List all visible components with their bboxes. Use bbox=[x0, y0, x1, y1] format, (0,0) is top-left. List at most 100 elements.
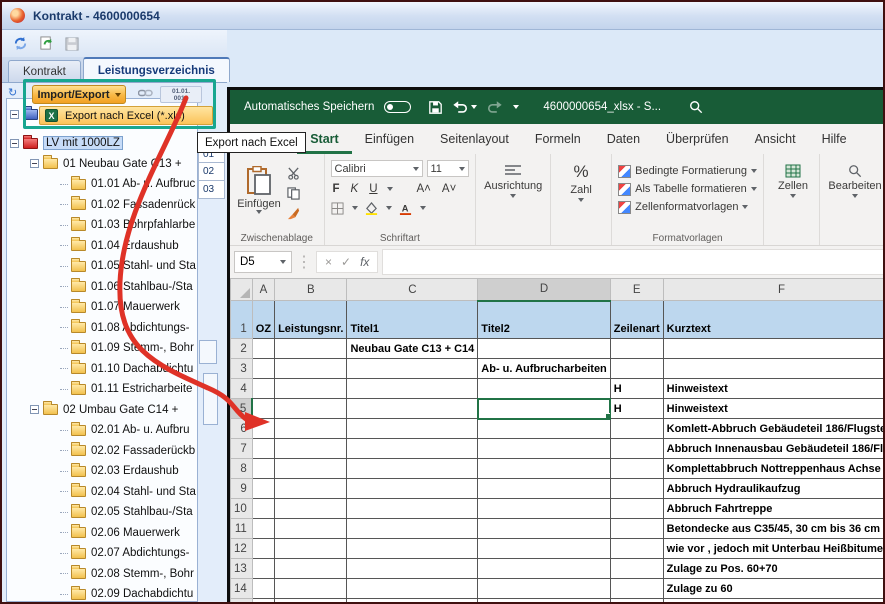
sheet-cell[interactable] bbox=[347, 379, 478, 399]
tree-item[interactable]: 02.06 Mauerwerk bbox=[8, 523, 226, 544]
underline-button[interactable]: U bbox=[367, 183, 379, 195]
sheet-cell[interactable] bbox=[347, 479, 478, 499]
sheet-header-cell[interactable]: Leistungsnr. bbox=[275, 301, 347, 339]
sheet-cell[interactable]: wie vor , jedoch mit Unterbau Heißbitume bbox=[663, 539, 884, 559]
fill-color-icon[interactable] bbox=[365, 201, 379, 215]
sheet-cell[interactable]: Komlett-Abbruch Gebäudeteil 186/Flugste bbox=[663, 419, 884, 439]
sheet-cell[interactable] bbox=[252, 379, 274, 399]
sheet-cell[interactable] bbox=[478, 599, 610, 604]
sheet-cell[interactable] bbox=[252, 479, 274, 499]
sheet-cell[interactable] bbox=[610, 479, 663, 499]
number-format-button[interactable]: % Zahl bbox=[557, 162, 605, 202]
cancel-icon[interactable]: × bbox=[325, 255, 332, 269]
sheet-cell[interactable] bbox=[347, 599, 478, 604]
name-box[interactable]: D5 bbox=[234, 251, 292, 273]
sheet-cell[interactable] bbox=[478, 399, 610, 419]
sheet-cell[interactable] bbox=[347, 579, 478, 599]
row-header[interactable]: 11 bbox=[231, 519, 253, 539]
col-header[interactable]: C bbox=[347, 279, 478, 301]
excel-tab-formeln[interactable]: Formeln bbox=[522, 124, 594, 154]
sheet-cell[interactable]: Komplettabbruch Nottreppenhaus Achse A- bbox=[663, 459, 884, 479]
sheet-cell[interactable] bbox=[275, 519, 347, 539]
sheet-cell[interactable]: Hinweistext bbox=[663, 399, 884, 419]
sheet-cell[interactable] bbox=[275, 459, 347, 479]
search-icon[interactable] bbox=[689, 100, 703, 114]
excel-tab-seitenlayout[interactable]: Seitenlayout bbox=[427, 124, 522, 154]
excel-tab-ansicht[interactable]: Ansicht bbox=[742, 124, 809, 154]
sheet-cell[interactable] bbox=[275, 579, 347, 599]
borders-icon[interactable] bbox=[331, 201, 345, 215]
tree-item[interactable]: 01.06 Stahlbau-/Sta bbox=[8, 277, 226, 298]
sheet-cell[interactable] bbox=[610, 419, 663, 439]
refresh-icon[interactable] bbox=[12, 36, 28, 52]
sheet-cell[interactable] bbox=[347, 399, 478, 419]
sheet-cell[interactable] bbox=[347, 519, 478, 539]
sheet-cell[interactable] bbox=[663, 339, 884, 359]
sheet-cell[interactable] bbox=[478, 439, 610, 459]
sheet-cell[interactable] bbox=[610, 339, 663, 359]
excel-tab-überprüfen[interactable]: Überprüfen bbox=[653, 124, 742, 154]
increase-font-icon[interactable]: A˄ bbox=[415, 183, 433, 195]
col-header[interactable]: E bbox=[610, 279, 663, 301]
sheet-cell[interactable] bbox=[478, 459, 610, 479]
row-header[interactable]: 6 bbox=[231, 419, 253, 439]
row-header[interactable]: 13 bbox=[231, 559, 253, 579]
row-header[interactable]: 4 bbox=[231, 379, 253, 399]
link-icon[interactable] bbox=[138, 88, 153, 98]
sheet-cell[interactable] bbox=[478, 379, 610, 399]
sheet-cell[interactable] bbox=[252, 339, 274, 359]
sheet-cell[interactable] bbox=[252, 559, 274, 579]
menu-item-export-excel[interactable]: X Export nach Excel (*.xls) bbox=[39, 106, 213, 125]
excel-tab-hilfe[interactable]: Hilfe bbox=[809, 124, 860, 154]
autosave-toggle[interactable] bbox=[384, 101, 411, 113]
font-color-icon[interactable]: A bbox=[399, 201, 413, 215]
style-button[interactable]: Zellenformatvorlagen bbox=[618, 198, 757, 216]
tree-item[interactable]: 01.02 Fassadenrück bbox=[8, 195, 226, 216]
tree-item[interactable]: 02.07 Abdichtungs- bbox=[8, 543, 226, 564]
tree-item[interactable]: 02.04 Stahl- und Sta bbox=[8, 482, 226, 503]
sheet-cell[interactable]: Zulage zu 60 bbox=[663, 579, 884, 599]
sheet-cell[interactable] bbox=[275, 419, 347, 439]
sheet-cell[interactable] bbox=[610, 559, 663, 579]
sheet-cell[interactable]: Ab- u. Aufbrucharbeiten bbox=[478, 359, 610, 379]
tree-item[interactable]: 01.10 Dachabdichtu bbox=[8, 359, 226, 380]
paste-button[interactable]: Einfügen bbox=[236, 158, 282, 222]
ribbon-options-chevron-icon[interactable] bbox=[513, 105, 519, 109]
row-header[interactable]: 7 bbox=[231, 439, 253, 459]
sheet-cell[interactable] bbox=[275, 339, 347, 359]
row-header[interactable]: 3 bbox=[231, 359, 253, 379]
format-painter-icon[interactable] bbox=[286, 206, 300, 220]
sheet-cell[interactable] bbox=[478, 579, 610, 599]
expander-minus-icon[interactable] bbox=[30, 405, 39, 414]
sheet-header-cell[interactable]: OZ bbox=[252, 301, 274, 339]
tree-item[interactable]: 02.03 Erdaushub bbox=[8, 461, 226, 482]
sheet-cell[interactable]: Betondecke aus C35/45, 30 cm bis 36 cm d bbox=[663, 519, 884, 539]
row-header[interactable]: 14 bbox=[231, 579, 253, 599]
font-size-combo[interactable]: 11 bbox=[427, 160, 469, 177]
sheet-cell[interactable] bbox=[610, 359, 663, 379]
row-header[interactable]: 15 bbox=[231, 599, 253, 604]
sheet-cell[interactable] bbox=[478, 479, 610, 499]
tree-item[interactable]: 01.09 Stemm-, Bohr bbox=[8, 338, 226, 359]
sheet-cell[interactable] bbox=[610, 499, 663, 519]
sheet-cell[interactable] bbox=[252, 579, 274, 599]
sheet-cell[interactable] bbox=[347, 559, 478, 579]
sheet-cell[interactable] bbox=[347, 359, 478, 379]
expander-minus-icon[interactable] bbox=[10, 110, 19, 119]
font-family-combo[interactable]: Calibri bbox=[331, 160, 423, 177]
tree-item[interactable]: 01.11 Estricharbeite bbox=[8, 379, 226, 400]
select-all-corner[interactable] bbox=[231, 279, 253, 301]
style-button[interactable]: Als Tabelle formatieren bbox=[618, 180, 757, 198]
tree-item[interactable]: 01 Neubau Gate C13 + bbox=[8, 154, 226, 175]
tree-item[interactable]: 02.01 Ab- u. Aufbru bbox=[8, 420, 226, 441]
col-header[interactable]: D bbox=[478, 279, 610, 301]
save-icon[interactable] bbox=[64, 36, 80, 52]
formula-input[interactable] bbox=[382, 249, 884, 275]
tree-item[interactable]: LV mit 1000LZ bbox=[8, 133, 226, 154]
bold-button[interactable]: F bbox=[331, 183, 342, 195]
sheet-header-cell[interactable]: Titel2 bbox=[478, 301, 610, 339]
sheet-cell[interactable] bbox=[252, 419, 274, 439]
sheet-cell[interactable]: Zulage zu Pos. 60+70 bbox=[663, 559, 884, 579]
sheet-cell[interactable] bbox=[478, 519, 610, 539]
sheet-cell[interactable]: Abbruch Innenausbau Gebäudeteil 186/Flug bbox=[663, 439, 884, 459]
